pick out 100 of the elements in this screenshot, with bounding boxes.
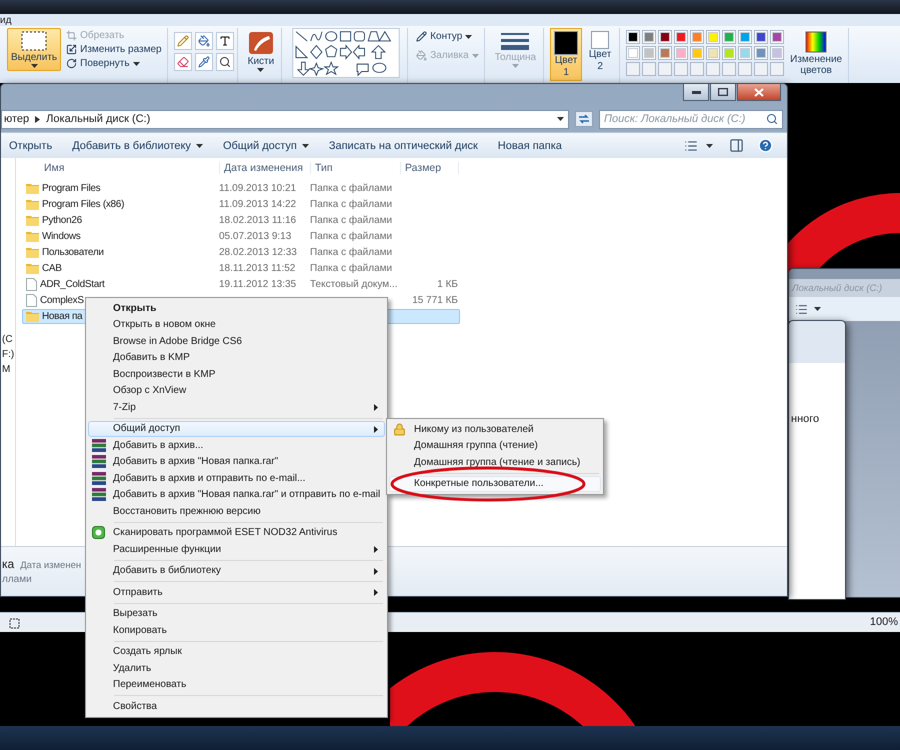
menu-item[interactable]: Восстановить прежнюю версию [88, 503, 385, 520]
nav-item[interactable]: F:) [2, 349, 15, 360]
toolbar-button[interactable]: Открыть [1, 140, 64, 152]
color-slot-button[interactable]: Цвет 1 [550, 28, 582, 81]
submenu-arrow-icon [374, 546, 378, 553]
folder-icon [26, 263, 39, 274]
minimize-button[interactable] [683, 84, 709, 101]
menu-item[interactable]: Сканировать программой ESET NOD32 Antivirus [88, 524, 385, 541]
file-row[interactable]: Пользователи 28.02.2013 12:33 Папка с файлами [22, 245, 460, 260]
select-button[interactable]: Выделить [7, 28, 62, 71]
file-row[interactable]: CAB 18.11.2013 11:52 Папка с файлами [22, 261, 460, 276]
details-name: ка [2, 558, 14, 571]
edit-colors-button[interactable]: Изменение цветов [787, 28, 846, 79]
file-row[interactable]: Windows 05.07.2013 9:13 Папка с файлами [22, 229, 460, 244]
file-type: Папка с файлами [310, 199, 392, 210]
file-type: Папка с файлами [310, 215, 392, 226]
address-bar[interactable]: ютер Локальный диск (C:) [1, 110, 569, 128]
menu-item[interactable]: Общий доступ [88, 420, 385, 437]
shield-eye-icon [92, 526, 105, 540]
color-slot-button[interactable]: Цвет 2 [584, 28, 616, 75]
file-name: Пользователи [42, 247, 104, 258]
date-modified: 05.07.2013 9:13 [219, 231, 292, 242]
search-field-text: Локальный диск (C:) [792, 282, 882, 294]
menu-item[interactable]: Browse in Adobe Bridge CS6 [88, 333, 385, 350]
toolbar-button[interactable]: Новая папка [490, 140, 574, 152]
eraser-tool[interactable] [174, 53, 192, 71]
fill-icon [416, 50, 428, 61]
rotate-button[interactable]: Повернуть [64, 57, 164, 70]
column-header[interactable]: Размер [401, 162, 459, 174]
pencil-tool[interactable] [174, 32, 192, 50]
file-type: Текстовый докум... [310, 279, 398, 290]
toolbar-button[interactable]: Записать на оптический диск [320, 140, 490, 152]
menu-item[interactable]: Свойства [88, 698, 385, 714]
folder-icon [26, 247, 39, 258]
menu-item[interactable]: Открыть в новом окне [88, 316, 385, 333]
magnifier-tool[interactable] [216, 53, 234, 71]
menu-item[interactable]: 7-Zip [88, 399, 385, 416]
folder-icon [26, 215, 39, 226]
column-header[interactable]: Тип [311, 162, 401, 174]
nav-item[interactable]: (C [2, 334, 15, 345]
menu-item[interactable]: Расширенные функции [88, 541, 385, 558]
close-button[interactable] [737, 84, 781, 101]
outline-button[interactable]: Контур [414, 30, 481, 43]
file-type: Папка с файлами [310, 183, 392, 194]
fill-tool[interactable] [194, 32, 213, 50]
menu-item[interactable]: Конкретные пользователи... [389, 476, 601, 492]
resize-button[interactable]: Изменить размер [64, 43, 164, 56]
line-widths-icon [500, 31, 530, 51]
archive-books-icon [92, 455, 106, 468]
color-picker-tool[interactable] [194, 53, 213, 71]
menu-item[interactable]: Удалить [88, 660, 385, 676]
menu-item[interactable]: Добавить в библиотеку [88, 562, 385, 579]
caret-icon [512, 64, 519, 68]
menu-item[interactable]: Добавить в архив... [88, 437, 385, 454]
menu-item[interactable]: Копировать [88, 622, 385, 638]
caret-icon [302, 144, 309, 148]
menu-tab[interactable]: ид [0, 14, 12, 26]
magnifier-icon [218, 56, 231, 68]
menu-item[interactable]: Отправить [88, 584, 385, 600]
view-options-icon[interactable] [684, 138, 698, 152]
menu-item[interactable]: Домашняя группа (чтение) [389, 438, 601, 454]
brushes-button[interactable]: Кисти [244, 28, 278, 75]
menu-item[interactable]: Добавить в архив "Новая папка.rar" [88, 454, 385, 470]
brush-icon [248, 31, 274, 55]
nav-item[interactable]: M [2, 364, 15, 375]
menu-item[interactable]: Добавить в KMP [88, 350, 385, 366]
column-header[interactable]: Дата изменения [220, 162, 311, 174]
menu-item[interactable]: Воспроизвести в KMP [88, 366, 385, 382]
rotate-icon [66, 58, 78, 69]
toolbar-button[interactable]: Общий доступ [214, 140, 321, 152]
menu-item[interactable]: Создать ярлык [88, 644, 385, 660]
help-icon[interactable] [758, 138, 773, 153]
folder-icon [26, 311, 39, 322]
file-row[interactable]: Program Files 11.09.2013 10:21 Папка с файлами [22, 181, 460, 196]
menu-item[interactable]: Открыть [88, 300, 385, 316]
menu-item[interactable]: Домашняя группа (чтение и запись) [389, 454, 601, 470]
file-row[interactable]: Python26 18.02.2013 11:16 Папка с файлами [22, 213, 460, 228]
file-row[interactable]: ADR_ColdStart 19.11.2012 13:35 Текстовый докум... 1 КБ [22, 277, 460, 292]
file-icon [26, 294, 37, 307]
menu-item[interactable]: Обзор с XnView [88, 382, 385, 399]
menu-item[interactable]: Добавить в архив "Новая папка.rar" и отправить по e-mail [88, 486, 385, 503]
refresh-icon[interactable] [575, 111, 593, 127]
minimize-icon [692, 90, 700, 94]
column-header[interactable]: Имя [24, 162, 220, 174]
resize-icon [66, 44, 78, 55]
menu-item[interactable]: Переименовать [88, 676, 385, 693]
date-modified: 11.09.2013 10:21 [219, 183, 296, 194]
preview-pane-icon[interactable] [729, 138, 744, 153]
menu-item[interactable]: Вырезать [88, 606, 385, 622]
file-row[interactable]: Program Files (x86) 11.09.2013 14:22 Папка с файлами [22, 197, 460, 212]
file-name: ComplexS [40, 295, 84, 306]
zoom-level: 100% [870, 616, 898, 629]
caret-icon [465, 34, 472, 38]
menu-item[interactable]: Добавить в архив и отправить по e-mail... [88, 470, 385, 486]
menu-item[interactable]: Никому из пользователей [389, 421, 601, 438]
file-name: Windows [42, 231, 80, 242]
caret-icon [257, 68, 264, 72]
maximize-button[interactable] [710, 84, 736, 101]
toolbar-button[interactable]: Добавить в библиотеку [64, 140, 215, 152]
text-tool[interactable] [216, 32, 234, 50]
